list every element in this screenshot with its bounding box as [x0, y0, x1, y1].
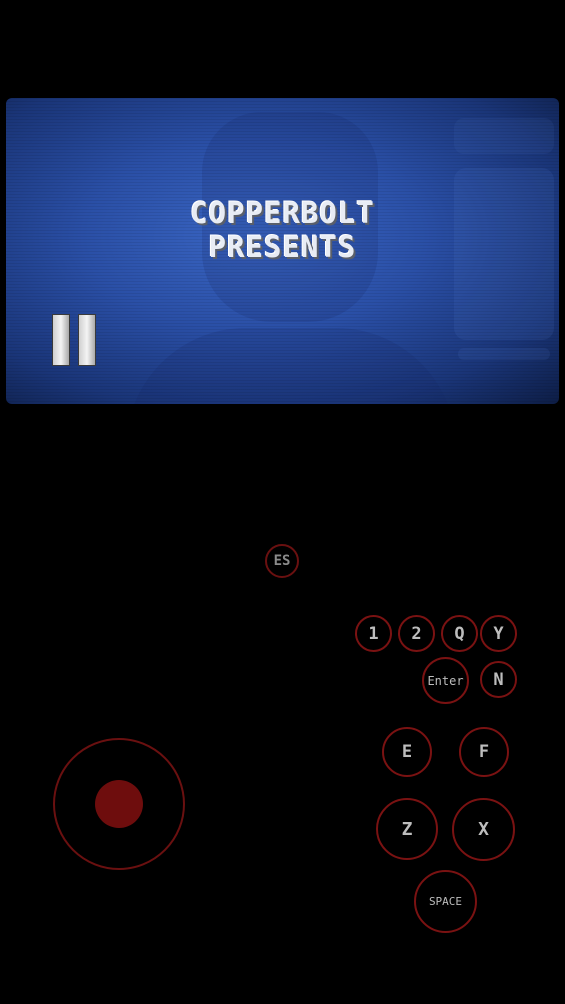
background-panel-top — [454, 118, 554, 154]
key-z-button[interactable]: Z — [376, 798, 438, 860]
pause-button[interactable] — [50, 314, 102, 368]
background-bar — [458, 348, 550, 360]
background-figure-body — [126, 328, 456, 404]
key-1-button[interactable]: 1 — [355, 615, 392, 652]
key-q-button[interactable]: Q — [441, 615, 478, 652]
key-f-button[interactable]: F — [459, 727, 509, 777]
esc-button[interactable]: ES — [265, 544, 299, 578]
key-n-button[interactable]: N — [480, 661, 517, 698]
title-line-1: COPPERBOLT — [190, 196, 375, 230]
pause-bar-left — [52, 314, 70, 366]
intro-title: COPPERBOLT PRESENTS — [6, 196, 559, 264]
joystick-knob[interactable] — [95, 780, 143, 828]
space-button[interactable]: SPACE — [414, 870, 477, 933]
enter-button[interactable]: Enter — [422, 657, 469, 704]
key-e-button[interactable]: E — [382, 727, 432, 777]
key-2-button[interactable]: 2 — [398, 615, 435, 652]
game-screen[interactable]: COPPERBOLT PRESENTS — [6, 98, 559, 404]
key-y-button[interactable]: Y — [480, 615, 517, 652]
pause-bar-right — [78, 314, 96, 366]
key-x-button[interactable]: X — [452, 798, 515, 861]
virtual-joystick[interactable] — [53, 738, 185, 870]
title-line-2: PRESENTS — [208, 230, 357, 264]
